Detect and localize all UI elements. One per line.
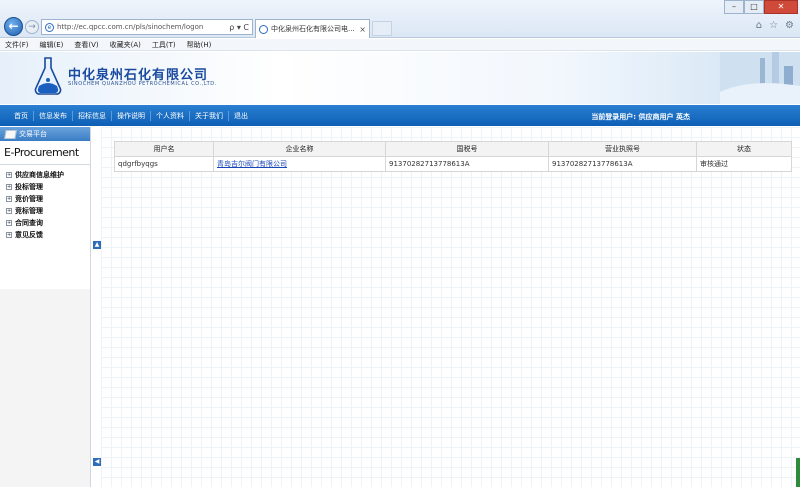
collapse-up-icon[interactable]: ▲ <box>93 241 101 249</box>
sidebar-header: 交易平台 <box>0 127 90 141</box>
close-window-icon[interactable]: ✕ <box>764 0 798 14</box>
ie-tab-icon <box>259 24 268 34</box>
eprocurement-logo: E-Procurement <box>0 141 90 165</box>
settings-gear-icon[interactable]: ⚙ <box>785 20 794 31</box>
nav-info-release[interactable]: 信息发布 <box>34 110 73 121</box>
scroll-edge-marker <box>796 458 800 487</box>
search-refresh-icons[interactable]: ρ ▾ C <box>229 23 249 32</box>
cell-tax-number: 91370282713778613A <box>385 156 549 172</box>
book-icon <box>4 129 17 139</box>
sidebar-item-competition-management[interactable]: + 竞标管理 <box>6 205 90 217</box>
nav-instructions[interactable]: 操作说明 <box>112 110 151 121</box>
tab-title: 中化泉州石化有限公司电... <box>271 25 355 33</box>
browser-tab[interactable]: 中化泉州石化有限公司电... × <box>255 19 370 38</box>
close-tab-icon[interactable]: × <box>359 25 366 34</box>
current-user-info: 当前登录用户: 供应商用户 英杰 <box>591 113 690 121</box>
sidebar-item-supplier-info[interactable]: + 供应商信息维护 <box>6 169 90 181</box>
expand-plus-icon[interactable]: + <box>6 196 12 202</box>
sidebar-item-auction-management[interactable]: + 竞价管理 <box>6 193 90 205</box>
nav-logout[interactable]: 退出 <box>229 111 253 121</box>
company-flask-logo <box>34 57 62 95</box>
expand-plus-icon[interactable]: + <box>6 232 12 238</box>
nav-tender-info[interactable]: 招标信息 <box>73 110 112 121</box>
col-username: 用户名 <box>114 141 214 157</box>
nav-about[interactable]: 关于我们 <box>190 110 229 121</box>
col-tax-number: 国税号 <box>385 141 549 157</box>
browser-window: ← → e http://ec.qpcc.com.cn/pls/sinochem… <box>0 0 800 487</box>
expand-plus-icon[interactable]: + <box>6 220 12 226</box>
sidebar-header-label: 交易平台 <box>19 130 47 138</box>
favorites-star-icon[interactable]: ☆ <box>769 20 778 31</box>
back-arrow-icon[interactable]: ← <box>4 17 23 36</box>
table-row: qdgrfbyqgs 青岛吉尔阀门有限公司 91370282713778613A… <box>114 156 792 172</box>
nav-profile[interactable]: 个人资料 <box>151 110 190 121</box>
company-name-link[interactable]: 青岛吉尔阀门有限公司 <box>217 160 287 168</box>
sidebar-item-label: 意见反馈 <box>15 231 43 239</box>
ie-logo-icon: e <box>45 22 54 32</box>
menu-favorites[interactable]: 收藏夹(A) <box>110 39 141 50</box>
nav-home[interactable]: 首页 <box>9 110 34 121</box>
forward-arrow-icon[interactable]: → <box>25 20 39 34</box>
home-icon[interactable]: ⌂ <box>756 20 762 31</box>
address-bar[interactable]: e http://ec.qpcc.com.cn/pls/sinochem/log… <box>41 19 253 35</box>
expand-plus-icon[interactable]: + <box>6 172 12 178</box>
address-url[interactable]: http://ec.qpcc.com.cn/pls/sinochem/logon <box>57 23 227 31</box>
cell-company-name: 青岛吉尔阀门有限公司 <box>213 156 386 172</box>
expand-plus-icon[interactable]: + <box>6 184 12 190</box>
menu-view[interactable]: 查看(V) <box>74 39 98 50</box>
browser-toolbar: ← → e http://ec.qpcc.com.cn/pls/sinochem… <box>0 0 800 38</box>
menu-help[interactable]: 帮助(H) <box>187 39 212 50</box>
minimize-icon[interactable]: – <box>724 0 744 14</box>
menu-edit[interactable]: 编辑(E) <box>40 39 64 50</box>
sidebar-item-label: 合同查询 <box>15 219 43 227</box>
supplier-table: 用户名 企业名称 国税号 营业执照号 状态 qdgrfbyqgs 青岛吉尔阀门有… <box>114 141 792 172</box>
expand-plus-icon[interactable]: + <box>6 208 12 214</box>
sidebar-item-bid-management[interactable]: + 投标管理 <box>6 181 90 193</box>
sidebar-item-contract-query[interactable]: + 合同查询 <box>6 217 90 229</box>
sidebar-item-label: 投标管理 <box>15 183 43 191</box>
col-status: 状态 <box>696 141 792 157</box>
collapse-left-icon[interactable]: ◀ <box>93 458 101 466</box>
col-license-number: 营业执照号 <box>548 141 697 157</box>
company-name-en: SINOCHEM QUANZHOU PETROCHEMICAL CO.,LTD. <box>68 81 217 87</box>
sidebar-item-label: 竞价管理 <box>15 195 43 203</box>
menu-tools[interactable]: 工具(T) <box>152 39 176 50</box>
sidebar-item-label: 竞标管理 <box>15 207 43 215</box>
cell-license-number: 91370282713778613A <box>548 156 697 172</box>
browser-right-icons: ⌂ ☆ ⚙ <box>756 20 794 31</box>
sidebar-menu: + 供应商信息维护 + 投标管理 + 竞价管理 + 竞标管理 + 合同查询 + … <box>0 165 90 289</box>
refinery-banner-art <box>720 52 800 104</box>
table-header-row: 用户名 企业名称 国税号 营业执照号 状态 <box>114 141 792 157</box>
main-content: 用户名 企业名称 国税号 营业执照号 状态 qdgrfbyqgs 青岛吉尔阀门有… <box>101 127 800 487</box>
new-tab-button[interactable] <box>372 21 392 36</box>
window-controls: – □ ✕ <box>724 0 798 14</box>
sidebar-item-feedback[interactable]: + 意见反馈 <box>6 229 90 241</box>
browser-menubar: 文件(F) 编辑(E) 查看(V) 收藏夹(A) 工具(T) 帮助(H) <box>0 39 800 51</box>
sidebar-item-label: 供应商信息维护 <box>15 171 64 179</box>
maximize-icon[interactable]: □ <box>744 0 764 14</box>
col-company-name: 企业名称 <box>213 141 386 157</box>
sidebar: 交易平台 E-Procurement + 供应商信息维护 + 投标管理 + 竞价… <box>0 127 91 487</box>
menu-file[interactable]: 文件(F) <box>5 39 29 50</box>
cell-username: qdgrfbyqgs <box>114 156 214 172</box>
cell-status: 审核通过 <box>696 156 792 172</box>
